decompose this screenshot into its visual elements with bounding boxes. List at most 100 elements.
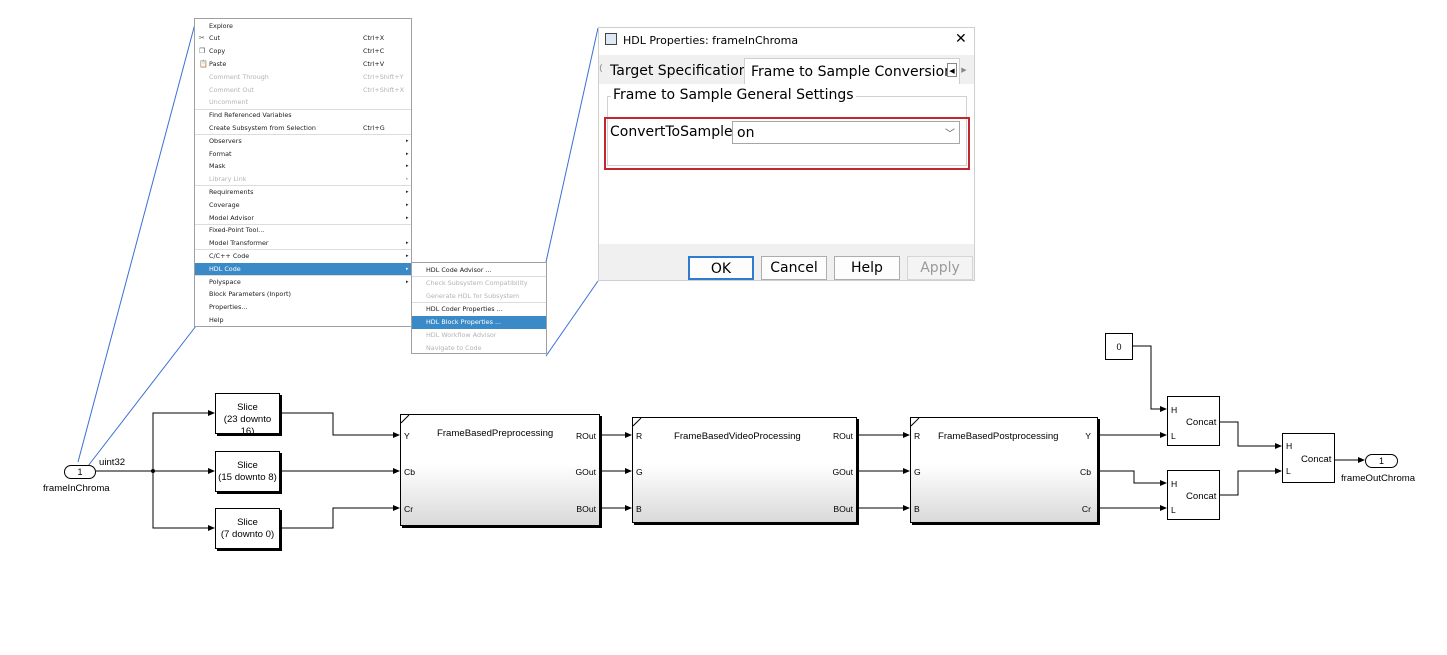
slice-range: (7 downto 0)	[220, 529, 275, 540]
slice-title: Slice	[237, 402, 258, 413]
menu-item-properties[interactable]: Properties...	[195, 301, 411, 314]
menu-item-find-referenced-variables[interactable]: Find Referenced Variables	[195, 109, 411, 122]
submenu-arrow-icon: ▸	[406, 163, 409, 170]
dialog-body: Frame to Sample General Settings Convert…	[599, 84, 974, 244]
tab-frame-to-sample-conversion[interactable]: Frame to Sample Conversion	[744, 58, 961, 85]
close-icon[interactable]: ✕	[955, 31, 967, 47]
out-port-label: GOut	[575, 467, 596, 477]
submenu-item-label: Navigate to Code	[426, 343, 482, 352]
ok-button[interactable]: OK	[688, 256, 754, 280]
video-processing-subsystem[interactable]: FrameBasedVideoProcessing R G B ROut GOu…	[632, 417, 857, 523]
menu-item-shortcut: Ctrl+Shift+X	[363, 85, 404, 94]
constant-block[interactable]: 0	[1105, 333, 1133, 360]
submenu-arrow-icon: ▸	[406, 252, 409, 259]
menu-item-label: Uncomment	[209, 98, 249, 107]
subsystem-corner-icon	[633, 418, 642, 427]
menu-item-coverage[interactable]: Coverage ▸	[195, 199, 411, 212]
postprocessing-subsystem[interactable]: FrameBasedPostprocessing R G B Y Cb Cr	[910, 417, 1098, 523]
tab-next-icon[interactable]: ▶	[959, 63, 969, 77]
slice-block-3[interactable]: Slice (7 downto 0)	[215, 508, 280, 549]
menu-item-shortcut: Ctrl+C	[363, 47, 385, 56]
menu-item-label: Properties...	[209, 303, 248, 312]
menu-item-label: Help	[209, 315, 224, 324]
hdl-properties-dialog: HDL Properties: frameInChroma ✕ ⟨ Target…	[598, 27, 975, 281]
menu-item-label: HDL Code	[209, 264, 241, 273]
signal-type-label: uint32	[99, 457, 126, 468]
submenu-item-label: Check Subsystem Compatibility	[426, 278, 528, 287]
slice-block-1[interactable]: Slice (23 downto 16)	[215, 393, 280, 437]
callout-line-dialog-bottom	[545, 280, 599, 357]
callout-line-dialog-top	[545, 27, 599, 263]
submenu-item-label: HDL Code Advisor ...	[426, 265, 492, 274]
subsystem-name: FrameBasedVideoProcessing	[674, 431, 801, 442]
menu-item-library-link: Library Link ▸	[195, 173, 411, 186]
in-port-label: G	[914, 467, 921, 477]
menu-item-label: Observers	[209, 136, 242, 145]
out-port-label: ROut	[832, 431, 853, 441]
simulink-app-icon	[605, 33, 617, 45]
slice-block-2[interactable]: Slice (15 downto 8)	[215, 451, 280, 492]
slice-range: (23 downto 16)	[223, 414, 272, 437]
out-port-label: Cb	[1080, 467, 1091, 477]
menu-item-observers[interactable]: Observers ▸	[195, 135, 411, 148]
menu-item-cut[interactable]: ✂ Cut Ctrl+X	[195, 32, 411, 45]
slice-title: Slice	[237, 460, 258, 471]
concat-block-2[interactable]: H L Concat	[1167, 470, 1220, 520]
tab-target-specification[interactable]: Target Specification	[604, 58, 754, 84]
submenu-item-hdl-coder-properties[interactable]: HDL Coder Properties ...	[412, 303, 546, 316]
menu-item-comment-out: Comment Out Ctrl+Shift+X	[195, 84, 411, 97]
subsystem-corner-icon	[911, 418, 920, 427]
convert-to-samples-dropdown[interactable]: on ﹀	[732, 121, 960, 144]
constant-value: 0	[1116, 342, 1122, 352]
callout-line-menu-top	[77, 19, 197, 463]
in-port-label: L	[1171, 431, 1176, 441]
outport-block[interactable]: 1	[1365, 454, 1398, 468]
tab-prev-icon[interactable]: ◀	[947, 63, 957, 77]
menu-item-create-subsystem-from-selection[interactable]: Create Subsystem from Selection Ctrl+G	[195, 122, 411, 135]
submenu-item-generate-hdl-for-subsystem: Generate HDL for Subsystem	[412, 290, 546, 303]
in-port-label: H	[1171, 405, 1178, 415]
menu-item-paste[interactable]: 📋 Paste Ctrl+V	[195, 58, 411, 71]
menu-item-model-advisor[interactable]: Model Advisor ▸	[195, 212, 411, 225]
subsystem-corner-icon	[401, 415, 410, 424]
in-port-label: H	[1171, 479, 1178, 489]
menu-item-requirements[interactable]: Requirements ▸	[195, 186, 411, 199]
subsystem-name: FrameBasedPostprocessing	[938, 431, 1059, 442]
copy-icon: ❐	[199, 47, 206, 56]
menu-item-block-parameters-inport[interactable]: Block Parameters (Inport)	[195, 288, 411, 301]
menu-item-copy[interactable]: ❐ Copy Ctrl+C	[195, 45, 411, 58]
apply-button[interactable]: Apply	[907, 256, 973, 280]
concat-block-3[interactable]: H L Concat	[1282, 433, 1335, 483]
menu-item-label: Cut	[209, 34, 221, 43]
submenu-item-hdl-workflow-advisor: HDL Workflow Advisor	[412, 329, 546, 342]
menu-item-explore[interactable]: Explore	[195, 20, 411, 33]
menu-item-help[interactable]: Help	[195, 314, 411, 327]
cancel-button[interactable]: Cancel	[761, 256, 827, 280]
inport-block[interactable]: 1	[64, 465, 96, 479]
concat-title: Concat	[1301, 454, 1332, 465]
menu-item-uncomment: Uncomment	[195, 96, 411, 109]
submenu-item-hdl-block-properties[interactable]: HDL Block Properties ...	[412, 315, 546, 329]
menu-item-fixed-point-tool[interactable]: Fixed-Point Tool...	[195, 224, 411, 237]
menu-item-label: Paste	[209, 59, 227, 68]
menu-item-format[interactable]: Format ▸	[195, 148, 411, 161]
menu-item-label: Model Advisor	[209, 213, 254, 222]
dialog-title: HDL Properties: frameInChroma	[623, 34, 799, 47]
menu-item-hdl-code[interactable]: HDL Code ▸	[195, 262, 411, 276]
submenu-item-label: HDL Block Properties ...	[426, 317, 502, 326]
concat-block-1[interactable]: H L Concat	[1167, 396, 1220, 446]
submenu-item-hdl-code-advisor[interactable]: HDL Code Advisor ...	[412, 264, 546, 277]
menu-item-c-c-code[interactable]: C/C++ Code ▸	[195, 250, 411, 263]
submenu-arrow-icon: ▸	[406, 214, 409, 221]
menu-item-shortcut: Ctrl+Shift+Y	[363, 72, 404, 81]
in-port-label: R	[914, 431, 921, 441]
help-button[interactable]: Help	[834, 256, 900, 280]
menu-item-polyspace[interactable]: Polyspace ▸	[195, 276, 411, 289]
menu-item-label: Create Subsystem from Selection	[209, 123, 316, 132]
menu-item-comment-through: Comment Through Ctrl+Shift+Y	[195, 71, 411, 84]
preprocessing-subsystem[interactable]: FrameBasedPreprocessing Y Cb Cr ROut GOu…	[400, 414, 600, 526]
menu-item-model-transformer[interactable]: Model Transformer ▸	[195, 237, 411, 250]
in-port-label: B	[914, 504, 920, 514]
menu-item-mask[interactable]: Mask ▸	[195, 160, 411, 173]
wire-concat1-concat3	[1220, 421, 1282, 449]
